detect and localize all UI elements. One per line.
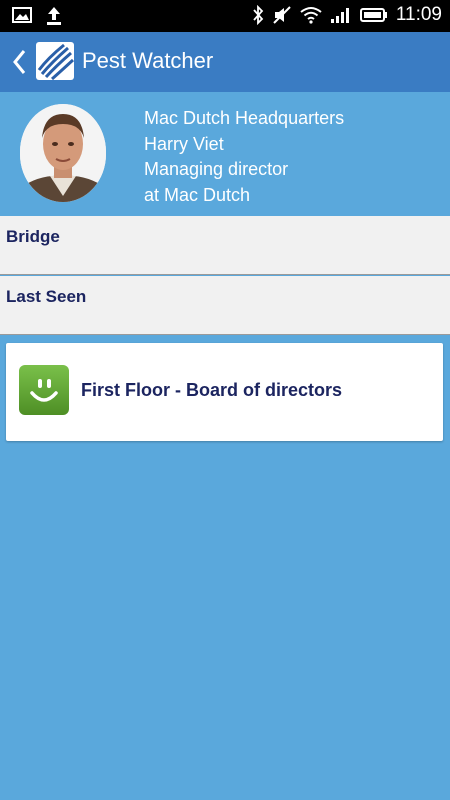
bridge-label: Bridge (6, 227, 60, 246)
back-arrow-icon[interactable] (10, 48, 28, 81)
bluetooth-icon (252, 5, 264, 25)
image-icon (12, 6, 32, 26)
app-title: Pest Watcher (82, 48, 214, 73)
profile-role: Managing director (144, 159, 289, 179)
location-card[interactable]: First Floor - Board of directors (6, 343, 443, 441)
avatar (20, 104, 106, 202)
mute-icon (272, 5, 292, 25)
wifi-icon (300, 6, 322, 24)
bridge-section: Bridge (0, 216, 450, 275)
profile-location: Mac Dutch Headquarters (144, 108, 345, 128)
last-seen-section: Last Seen (0, 276, 450, 335)
profile-name: Harry Viet (144, 133, 224, 154)
signal-icon (330, 6, 352, 24)
last-seen-label: Last Seen (6, 287, 87, 306)
status-time: 11:09 (395, 4, 442, 25)
app-bar: Pest Watcher (0, 32, 450, 92)
smiley-icon (19, 365, 69, 415)
status-bar: 11:09 (0, 0, 450, 32)
app-logo-icon[interactable] (36, 42, 74, 80)
upload-icon (46, 6, 62, 26)
profile-company: at Mac Dutch (144, 184, 251, 205)
profile-header: Mac Dutch Headquarters Harry Viet Managi… (0, 92, 450, 216)
battery-icon (359, 7, 388, 23)
profile-details: Mac Dutch Headquarters Harry Viet Managi… (144, 106, 344, 208)
location-title: First Floor - Board of directors (81, 380, 343, 400)
